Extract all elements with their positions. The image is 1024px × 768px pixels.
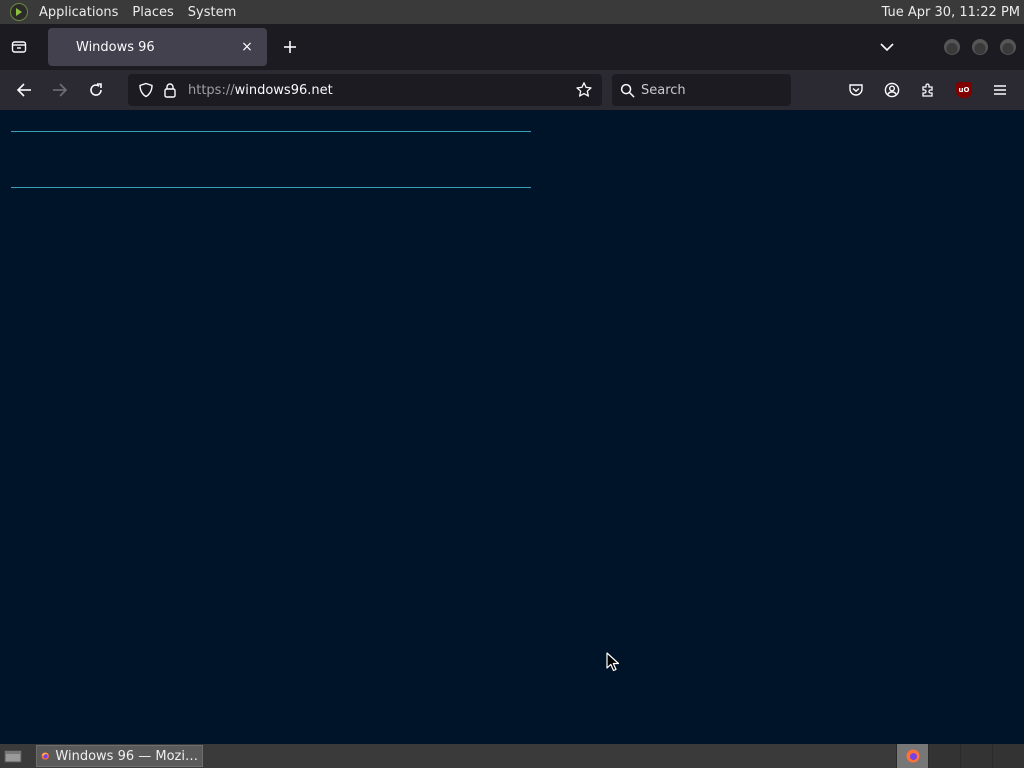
tab-strip: Windows 96 ×	[0, 24, 1024, 70]
top-panel: Applications Places System Tue Apr 30, 1…	[0, 0, 1024, 24]
forward-button[interactable]	[44, 74, 76, 106]
plus-icon	[284, 41, 296, 53]
workspace-2[interactable]	[928, 744, 960, 768]
maximize-button[interactable]	[972, 39, 988, 55]
show-desktop-button[interactable]	[2, 746, 24, 766]
reload-icon	[90, 83, 102, 96]
account-button[interactable]	[876, 74, 908, 106]
show-desktop-icon	[4, 750, 22, 763]
panel-clock[interactable]: Tue Apr 30, 11:22 PM	[882, 5, 1024, 20]
puzzle-icon	[922, 83, 933, 97]
reload-button[interactable]	[80, 74, 112, 106]
close-window-button[interactable]	[1000, 39, 1016, 55]
arrow-right-icon	[53, 83, 68, 97]
url-bar[interactable]: https://windows96.net	[128, 74, 602, 106]
hamburger-menu-icon	[994, 85, 1006, 95]
firefox-view-icon	[11, 41, 27, 53]
system-menu[interactable]: System	[181, 5, 243, 20]
firefox-view-button[interactable]	[0, 24, 38, 70]
arrow-left-icon	[16, 83, 31, 97]
url-text[interactable]: https://windows96.net	[188, 83, 572, 98]
ublock-origin-icon: uO	[956, 82, 972, 98]
workspace-4[interactable]	[992, 744, 1024, 768]
chevron-down-icon	[880, 43, 894, 52]
pocket-icon	[849, 84, 863, 96]
minimize-button[interactable]	[944, 39, 960, 55]
firefox-icon	[41, 752, 49, 760]
bottom-panel: Windows 96 — Mozi…	[0, 744, 1024, 768]
list-all-tabs-button[interactable]	[870, 30, 904, 64]
window-controls	[944, 39, 1016, 55]
tab-close-icon[interactable]: ×	[237, 37, 257, 57]
places-menu[interactable]: Places	[125, 5, 180, 20]
workspace-3[interactable]	[960, 744, 992, 768]
workspace-1[interactable]	[896, 744, 928, 768]
applications-menu[interactable]: Applications	[32, 5, 125, 20]
search-icon	[620, 83, 635, 98]
taskbar-window-title: Windows 96 — Mozi…	[55, 748, 198, 764]
mouse-cursor-icon	[606, 652, 620, 672]
new-tab-button[interactable]	[273, 30, 307, 64]
content-divider-bottom	[11, 187, 531, 188]
url-host: windows96.net	[234, 82, 333, 98]
bookmark-star-icon[interactable]	[572, 78, 596, 102]
back-button[interactable]	[8, 74, 40, 106]
taskbar-window-firefox[interactable]: Windows 96 — Mozi…	[36, 745, 203, 767]
toolbar-right: uO	[840, 74, 1016, 106]
workspace-switcher	[896, 744, 1024, 768]
navigation-toolbar: https://windows96.net Search uO	[0, 70, 1024, 110]
ublock-origin-button[interactable]: uO	[948, 74, 980, 106]
firefox-mini-icon	[906, 749, 919, 763]
url-scheme: https://	[188, 82, 235, 98]
lock-icon[interactable]	[158, 78, 182, 102]
app-menu-button[interactable]	[984, 74, 1016, 106]
page-content	[0, 110, 1024, 744]
tab-title: Windows 96	[76, 39, 155, 55]
tracking-protection-shield-icon[interactable]	[134, 78, 158, 102]
distro-logo-icon[interactable]	[10, 3, 28, 21]
extensions-button[interactable]	[912, 74, 944, 106]
tab-windows-96[interactable]: Windows 96 ×	[48, 28, 267, 66]
content-divider-top	[11, 131, 531, 132]
search-placeholder: Search	[641, 82, 686, 98]
pocket-button[interactable]	[840, 74, 872, 106]
account-icon	[884, 82, 900, 98]
search-bar[interactable]: Search	[612, 74, 791, 106]
